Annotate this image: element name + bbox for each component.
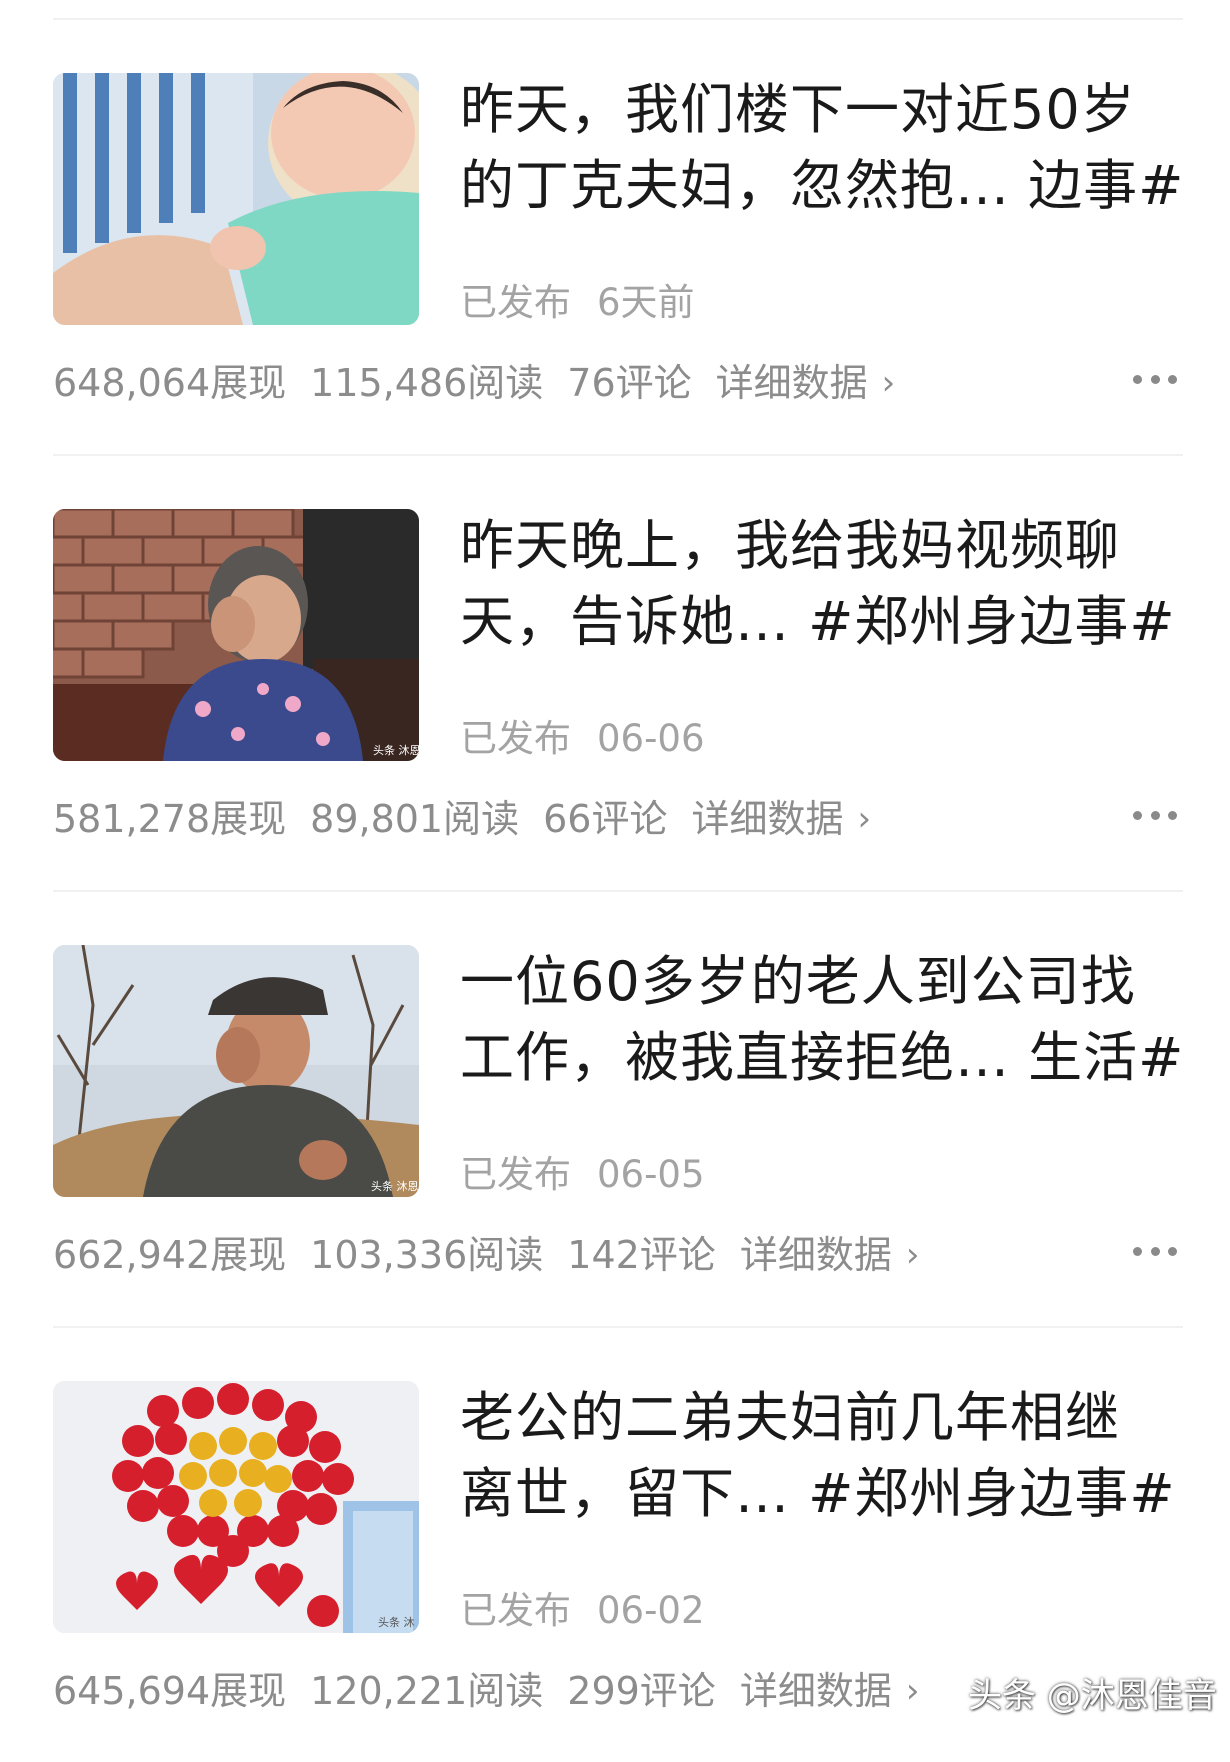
article-item[interactable]: 头条 沐恩 一位60多岁的老人到公司找 工作，被我直接拒绝… 生活# 已发布 06… xyxy=(0,872,1230,1308)
article-thumbnail[interactable] xyxy=(53,73,419,325)
article-title[interactable]: 一位60多岁的老人到公司找 工作，被我直接拒绝… 生活# xyxy=(460,944,1185,1096)
chevron-right-icon: › xyxy=(881,363,896,403)
article-stats: 662,942展现 103,336阅读 142评论 详细数据 › xyxy=(53,1224,943,1279)
article-title-line1: 昨天晚上，我给我妈视频聊 xyxy=(460,514,1120,577)
article-title-line2: 离世，留下… #郑州身边事# xyxy=(460,1462,1176,1525)
comments-count: 142评论 xyxy=(567,1233,716,1277)
impressions-count: 645,694展现 xyxy=(53,1669,287,1713)
article-title-line1: 昨天，我们楼下一对近50岁 xyxy=(460,78,1136,141)
detail-data-link[interactable]: 详细数据 › xyxy=(691,797,895,841)
article-title[interactable]: 老公的二弟夫妇前几年相继 离世，留下… #郑州身边事# xyxy=(460,1380,1180,1532)
watermark: 头条 @沐恩佳音 xyxy=(968,1676,1217,1716)
detail-data-link[interactable]: 详细数据 › xyxy=(740,1669,944,1713)
impressions-count: 662,942展现 xyxy=(53,1233,287,1277)
chevron-right-icon: › xyxy=(905,1235,920,1275)
article-title[interactable]: 昨天晚上，我给我妈视频聊 天，告诉她… #郑州身边事# xyxy=(460,508,1180,660)
article-item[interactable]: 头条 沐恩 昨天晚上，我给我妈视频聊 天，告诉她… #郑州身边事# 已发布 06-… xyxy=(0,436,1230,872)
elderly-woman-crying-image: 头条 沐恩 xyxy=(53,509,419,761)
chevron-right-icon: › xyxy=(905,1671,920,1711)
article-title-line1: 老公的二弟夫妇前几年相继 xyxy=(460,1386,1120,1449)
article-stats: 648,064展现 115,486阅读 76评论 详细数据 › xyxy=(53,352,919,407)
publish-status: 已发布 xyxy=(460,281,571,324)
thumb-caption: 头条 沐恩 xyxy=(373,743,419,757)
article-meta: 已发布 06-05 xyxy=(460,1144,705,1198)
comments-count: 299评论 xyxy=(567,1669,716,1713)
article-item[interactable]: 昨天，我们楼下一对近50岁 的丁克夫妇，忽然抱… 边事# 已发布 6天前 648,… xyxy=(0,0,1230,436)
impressions-count: 581,278展现 xyxy=(53,797,287,841)
publish-time: 06-02 xyxy=(597,1589,705,1632)
detail-data-label: 详细数据 xyxy=(691,797,844,841)
comments-count: 66评论 xyxy=(543,797,668,841)
reads-count: 120,221阅读 xyxy=(310,1669,544,1713)
article-meta: 已发布 06-06 xyxy=(460,708,705,762)
detail-data-label: 详细数据 xyxy=(739,1233,892,1277)
chevron-right-icon: › xyxy=(857,799,872,839)
red-balloon-decoration-image: 头条 沐 xyxy=(53,1381,419,1633)
reads-count: 103,336阅读 xyxy=(310,1233,544,1277)
article-thumbnail[interactable]: 头条 沐 xyxy=(53,1381,419,1633)
article-thumbnail[interactable]: 头条 沐恩 xyxy=(53,509,419,761)
article-thumbnail[interactable]: 头条 沐恩 xyxy=(53,945,419,1197)
publish-time: 06-05 xyxy=(597,1153,705,1196)
detail-data-link[interactable]: 详细数据 › xyxy=(716,361,920,405)
detail-data-label: 详细数据 xyxy=(739,1669,892,1713)
impressions-count: 648,064展现 xyxy=(53,361,287,405)
article-title-line2: 的丁克夫妇，忽然抱… 边事# xyxy=(460,154,1185,217)
article-title[interactable]: 昨天，我们楼下一对近50岁 的丁克夫妇，忽然抱… 边事# xyxy=(460,72,1185,224)
publish-time: 06-06 xyxy=(597,717,705,760)
article-meta: 已发布 06-02 xyxy=(460,1580,705,1634)
publish-time: 6天前 xyxy=(597,281,695,324)
comments-count: 76评论 xyxy=(567,361,692,405)
more-dots-icon[interactable] xyxy=(1133,809,1177,821)
thumb-caption: 头条 沐恩 xyxy=(371,1179,419,1193)
article-stats: 581,278展现 89,801阅读 66评论 详细数据 › xyxy=(53,788,895,843)
article-title-line1: 一位60多岁的老人到公司找 xyxy=(460,950,1136,1013)
detail-data-link[interactable]: 详细数据 › xyxy=(740,1233,944,1277)
more-dots-icon[interactable] xyxy=(1133,373,1177,385)
more-dots-icon[interactable] xyxy=(1133,1245,1177,1257)
reads-count: 89,801阅读 xyxy=(310,797,520,841)
article-stats: 645,694展现 120,221阅读 299评论 详细数据 › xyxy=(53,1660,943,1715)
article-title-line2: 天，告诉她… #郑州身边事# xyxy=(460,590,1176,653)
detail-data-label: 详细数据 xyxy=(715,361,868,405)
newborn-baby-image xyxy=(53,73,419,325)
publish-status: 已发布 xyxy=(460,717,571,760)
reads-count: 115,486阅读 xyxy=(310,361,544,405)
article-meta: 已发布 6天前 xyxy=(460,272,695,326)
elderly-man-crying-image: 头条 沐恩 xyxy=(53,945,419,1197)
thumb-caption: 头条 沐 xyxy=(378,1615,415,1629)
article-title-line2: 工作，被我直接拒绝… 生活# xyxy=(460,1026,1185,1089)
publish-status: 已发布 xyxy=(460,1589,571,1632)
publish-status: 已发布 xyxy=(460,1153,571,1196)
